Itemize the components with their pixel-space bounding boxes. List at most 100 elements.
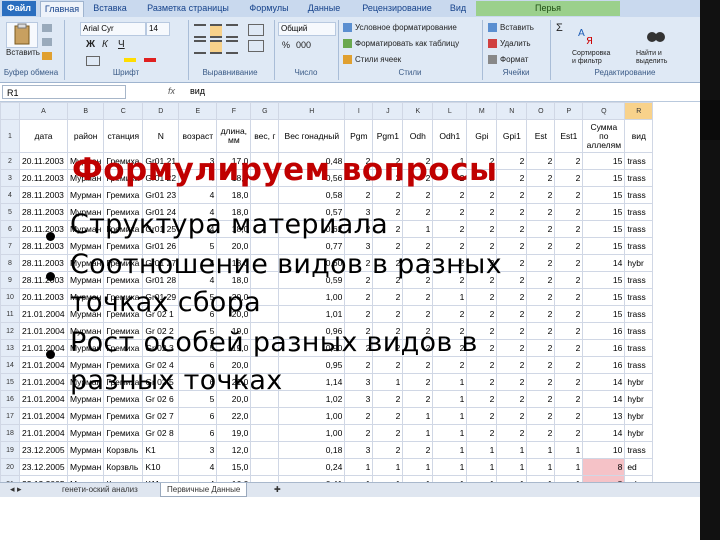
table-cell[interactable]: hybr [624,390,654,408]
table-cell[interactable]: trass [624,152,654,170]
table-cell[interactable]: 21.01.2004 [19,339,68,357]
table-cell[interactable]: 0,95 [278,356,346,374]
table-cell[interactable]: Gr 02 8 [142,424,180,442]
table-cell[interactable]: 1 [432,441,468,459]
select-all-corner[interactable] [0,102,20,120]
table-cell[interactable]: 2 [372,356,404,374]
table-cell[interactable]: 4 [178,186,218,204]
table-cell[interactable]: Гремиха [103,424,144,442]
table-cell[interactable]: 20.11.2003 [19,288,68,306]
table-cell[interactable]: trass [624,356,654,374]
table-cell[interactable]: 2 [344,305,374,323]
table-cell[interactable]: 2 [496,288,528,306]
table-cell[interactable]: Гремиха [103,186,144,204]
font-color-icon[interactable] [144,58,156,62]
format-as-table-button[interactable]: Форматировать как таблицу [355,39,459,48]
table-header-cell[interactable]: вид [624,119,654,153]
table-cell[interactable]: trass [624,186,654,204]
cut-icon[interactable] [42,24,52,32]
table-header-cell[interactable]: Вес гонадный [278,119,346,153]
column-header[interactable]: L [432,102,468,120]
table-cell[interactable] [250,441,280,459]
row-header[interactable]: 12 [0,322,20,340]
table-header-cell[interactable]: Gpi1 [496,119,528,153]
table-cell[interactable]: 15 [582,237,626,255]
table-cell[interactable]: 2 [554,390,584,408]
table-cell[interactable]: 2 [496,407,528,425]
table-cell[interactable]: 2 [526,237,556,255]
table-header-cell[interactable]: Pgm1 [372,119,404,153]
table-cell[interactable]: 2 [344,186,374,204]
table-cell[interactable]: 2 [526,271,556,289]
table-cell[interactable]: 1 [432,390,468,408]
tab-home[interactable]: Главная [40,1,84,17]
table-cell[interactable]: 2 [432,186,468,204]
table-cell[interactable]: 15 [582,186,626,204]
table-cell[interactable]: 3 [344,390,374,408]
table-cell[interactable]: Гремиха [103,407,144,425]
table-cell[interactable]: 2 [526,288,556,306]
tab-pens[interactable]: Перья [476,1,620,16]
wrap-text-icon[interactable] [248,24,264,36]
table-cell[interactable]: 15,0 [216,458,252,476]
table-cell[interactable]: 2 [466,186,498,204]
table-cell[interactable]: Мурман [66,441,105,459]
fill-color-icon[interactable] [124,58,136,62]
table-cell[interactable]: 18,0 [216,186,252,204]
table-cell[interactable]: Мурман [66,186,105,204]
table-cell[interactable]: 2 [496,390,528,408]
column-header[interactable]: H [278,102,346,120]
row-header[interactable]: 16 [0,390,20,408]
table-cell[interactable]: 2 [496,152,528,170]
table-cell[interactable]: 2 [496,305,528,323]
table-cell[interactable]: 2 [466,424,498,442]
row-header[interactable]: 20 [0,458,20,476]
table-cell[interactable]: 1 [526,441,556,459]
table-cell[interactable]: 2 [372,390,404,408]
table-cell[interactable]: 2 [554,356,584,374]
table-cell[interactable]: trass [624,441,654,459]
table-cell[interactable]: 2 [554,305,584,323]
table-cell[interactable]: 2 [344,407,374,425]
binoculars-icon[interactable] [646,24,666,46]
table-cell[interactable]: 28.11.2003 [19,237,68,255]
table-cell[interactable]: 2 [402,373,434,391]
tab-data[interactable]: Данные [300,1,348,16]
table-cell[interactable]: 0,58 [278,186,346,204]
row-header[interactable]: 8 [0,254,20,272]
autosum-button[interactable]: Σ [556,22,563,34]
table-header-cell[interactable]: Est [526,119,556,153]
table-cell[interactable] [250,186,280,204]
table-cell[interactable]: 2 [496,322,528,340]
table-cell[interactable]: 1,14 [278,373,346,391]
align-left-icon[interactable] [194,40,206,54]
column-header[interactable]: F [216,102,252,120]
table-cell[interactable]: 1 [344,458,374,476]
table-cell[interactable]: 20.11.2003 [19,220,68,238]
column-header[interactable]: B [66,102,105,120]
table-cell[interactable]: 1,00 [278,424,346,442]
column-header[interactable]: O [526,102,556,120]
font-name-select[interactable]: Arial Cyr [80,22,146,36]
column-header[interactable]: R [624,102,654,120]
table-cell[interactable]: 23.12.2005 [19,441,68,459]
table-cell[interactable]: 15 [582,271,626,289]
column-header[interactable]: Q [582,102,626,120]
table-cell[interactable]: 14 [582,390,626,408]
row-header[interactable]: 11 [0,305,20,323]
table-cell[interactable]: 1 [402,407,434,425]
table-cell[interactable]: Корзвль [103,458,144,476]
table-cell[interactable]: 2 [372,186,404,204]
align-bottom-icon[interactable] [226,24,238,38]
table-cell[interactable]: 1 [402,220,434,238]
table-cell[interactable]: 2 [466,305,498,323]
row-header[interactable]: 2 [0,152,20,170]
table-cell[interactable]: 2 [402,305,434,323]
table-cell[interactable]: 2 [526,186,556,204]
table-cell[interactable] [250,424,280,442]
table-header-cell[interactable]: Pgm [344,119,374,153]
tab-file[interactable]: Файл [2,1,36,16]
table-cell[interactable]: 2 [554,186,584,204]
table-cell[interactable]: 1 [432,458,468,476]
table-cell[interactable]: 2 [466,220,498,238]
